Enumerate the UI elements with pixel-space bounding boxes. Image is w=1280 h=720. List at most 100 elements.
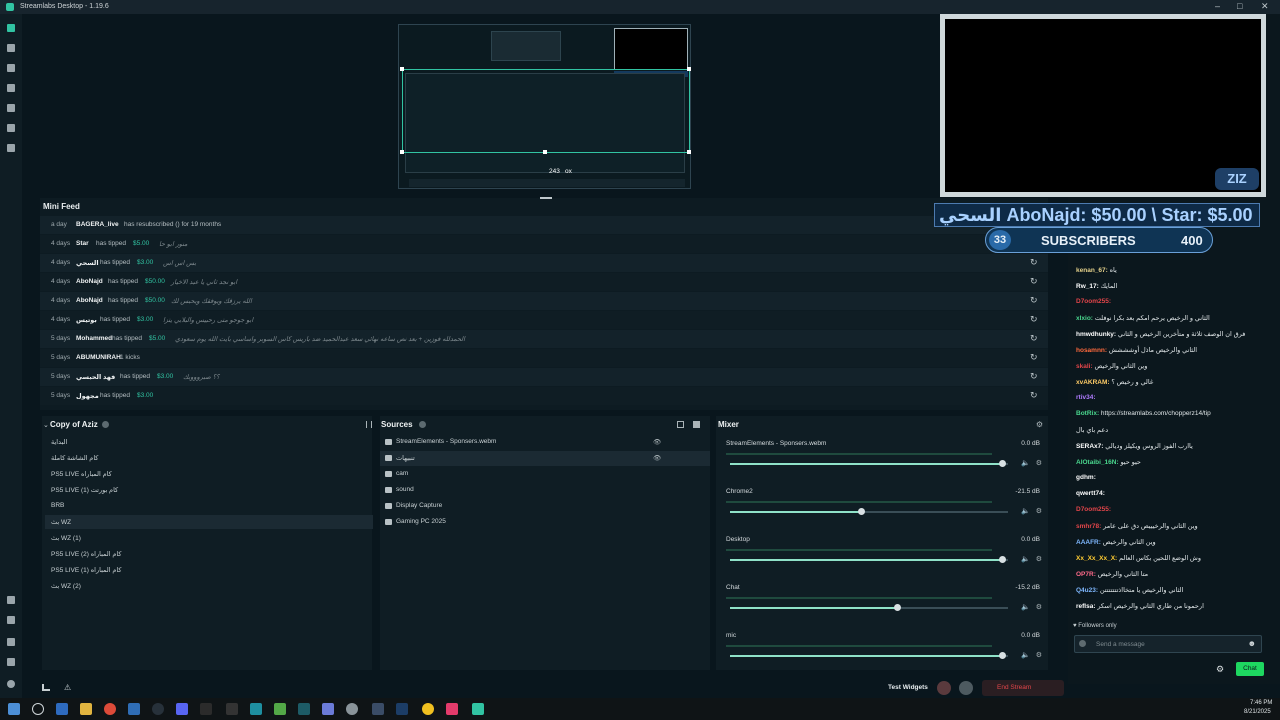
chat-username[interactable]: reflsa: bbox=[1076, 603, 1096, 610]
chrome-icon[interactable] bbox=[104, 703, 116, 715]
scene-item[interactable]: PS5 LIVE (1) كام المباراه bbox=[51, 566, 122, 574]
visibility-icon[interactable]: 👁 bbox=[653, 454, 661, 462]
mute-speaker-icon[interactable]: 🔈 bbox=[1021, 555, 1030, 563]
folder-add-icon[interactable] bbox=[693, 421, 700, 428]
chat-username[interactable]: gdhm: bbox=[1076, 474, 1096, 481]
channel-settings-gear-icon[interactable]: ⚙ bbox=[1036, 555, 1042, 563]
source-settings-icon[interactable] bbox=[677, 421, 684, 428]
panel-drag-handle[interactable] bbox=[540, 197, 552, 199]
chat-username[interactable]: xvAKRAM: bbox=[1076, 379, 1110, 386]
app-icon[interactable] bbox=[200, 703, 212, 715]
source-item[interactable]: StreamElements - Sponsers.webm bbox=[396, 438, 496, 445]
media-player-icon[interactable] bbox=[152, 703, 164, 715]
source-item[interactable]: sound bbox=[396, 486, 414, 493]
resize-handle[interactable] bbox=[687, 67, 691, 71]
scene-item[interactable]: PS5 LIVE (1) كام بورتت bbox=[51, 486, 118, 494]
chat-username[interactable]: AAAFR: bbox=[1076, 539, 1101, 546]
chat-username[interactable]: OP7R: bbox=[1076, 571, 1096, 578]
app-icon[interactable] bbox=[250, 703, 262, 715]
integrations-icon[interactable] bbox=[7, 596, 15, 604]
scene-item[interactable]: PS5 LIVE كام المباراه bbox=[51, 470, 112, 478]
end-stream-button[interactable]: End Stream bbox=[982, 680, 1064, 696]
test-widgets-button[interactable]: Test Widgets bbox=[888, 684, 928, 691]
steam-icon[interactable] bbox=[346, 703, 358, 715]
replay-alert-icon[interactable]: ↻ bbox=[1030, 295, 1040, 305]
tiktok-icon[interactable] bbox=[446, 703, 458, 715]
source-item[interactable]: تنبيهات bbox=[396, 454, 415, 462]
mute-speaker-icon[interactable]: 🔈 bbox=[1021, 651, 1030, 659]
scene-item[interactable]: كام الشاشة كاملة bbox=[51, 454, 98, 462]
app-icon[interactable] bbox=[372, 703, 384, 715]
chat-username[interactable]: hosamnn: bbox=[1076, 347, 1107, 354]
editor-icon[interactable] bbox=[7, 24, 15, 32]
tools-icon[interactable] bbox=[7, 616, 15, 624]
resize-handle[interactable] bbox=[400, 150, 404, 154]
scene-item[interactable]: بث WZ bbox=[51, 518, 71, 526]
channel-settings-gear-icon[interactable]: ⚙ bbox=[1036, 651, 1042, 659]
scene-item[interactable]: البداية bbox=[51, 438, 67, 446]
volume-slider[interactable] bbox=[730, 604, 1008, 611]
app-icon[interactable] bbox=[226, 703, 238, 715]
chat-username[interactable]: smhr78: bbox=[1076, 523, 1101, 530]
scene-item[interactable]: BRB bbox=[51, 502, 64, 509]
scene-transition-icon[interactable] bbox=[366, 421, 372, 428]
store-icon[interactable] bbox=[7, 104, 15, 112]
chat-username[interactable]: kenan_67: bbox=[1076, 267, 1108, 274]
replay-buffer-button[interactable] bbox=[959, 681, 973, 695]
themes-icon[interactable] bbox=[7, 84, 15, 92]
search-icon[interactable] bbox=[32, 703, 44, 715]
chevron-down-icon[interactable]: ⌄ bbox=[43, 421, 49, 429]
performance-stats-icon[interactable] bbox=[42, 684, 50, 691]
chat-username[interactable]: SERAx7: bbox=[1076, 443, 1103, 450]
vscode-icon[interactable] bbox=[128, 703, 140, 715]
volume-slider[interactable] bbox=[730, 460, 1008, 467]
volume-knob[interactable] bbox=[857, 508, 865, 515]
mute-speaker-icon[interactable]: 🔈 bbox=[1021, 603, 1030, 611]
photoshop-icon[interactable] bbox=[396, 703, 408, 715]
chat-username[interactable]: qwertt74: bbox=[1076, 490, 1105, 497]
source-item[interactable]: Gaming PC 2025 bbox=[396, 518, 446, 525]
app-icon[interactable] bbox=[274, 703, 286, 715]
resize-handle[interactable] bbox=[687, 150, 691, 154]
scene-item[interactable]: PS5 LIVE (2) كام المباراه bbox=[51, 550, 122, 558]
resize-handle[interactable] bbox=[400, 67, 404, 71]
volume-slider[interactable] bbox=[730, 556, 1008, 563]
chat-username[interactable]: rtiv34: bbox=[1076, 394, 1096, 401]
volume-knob[interactable] bbox=[999, 652, 1007, 659]
channel-settings-gear-icon[interactable]: ⚙ bbox=[1036, 459, 1042, 467]
windows-start-icon[interactable] bbox=[8, 703, 20, 715]
volume-slider[interactable] bbox=[730, 652, 1008, 659]
app-icon[interactable] bbox=[56, 703, 68, 715]
replay-alert-icon[interactable]: ↻ bbox=[1030, 371, 1040, 381]
volume-slider[interactable] bbox=[730, 508, 1008, 515]
app-icon[interactable] bbox=[298, 703, 310, 715]
mute-speaker-icon[interactable]: 🔈 bbox=[1021, 507, 1030, 515]
chat-message-input[interactable]: Send a message ☻ bbox=[1074, 635, 1262, 653]
replay-alert-icon[interactable]: ↻ bbox=[1030, 257, 1040, 267]
chat-username[interactable]: skali: bbox=[1076, 363, 1093, 370]
replay-alert-icon[interactable]: ↻ bbox=[1030, 390, 1040, 400]
replay-alert-icon[interactable]: ↻ bbox=[1030, 333, 1040, 343]
profile-icon[interactable] bbox=[7, 680, 15, 688]
replay-alert-icon[interactable]: ↻ bbox=[1030, 352, 1040, 362]
volume-knob[interactable] bbox=[999, 556, 1007, 563]
chat-username[interactable]: AlOtaibi_16N: bbox=[1076, 459, 1119, 466]
chat-username[interactable]: BotRix: bbox=[1076, 410, 1099, 417]
app-icon[interactable] bbox=[322, 703, 334, 715]
chat-settings-gear-icon[interactable]: ⚙ bbox=[1216, 664, 1224, 675]
layout-icon[interactable] bbox=[7, 64, 15, 72]
chat-send-button[interactable]: Chat bbox=[1236, 662, 1264, 676]
highlighter-icon[interactable] bbox=[7, 124, 15, 132]
settings-gear-icon[interactable] bbox=[7, 638, 15, 646]
chat-username[interactable]: Q4u23: bbox=[1076, 587, 1098, 594]
notifications-icon[interactable]: ⚠ bbox=[64, 683, 71, 692]
chat-username[interactable]: Xx_Xx_Xx_X: bbox=[1076, 555, 1117, 562]
dashboard-icon[interactable] bbox=[7, 44, 15, 52]
replay-alert-icon[interactable]: ↻ bbox=[1030, 276, 1040, 286]
resize-handle[interactable] bbox=[543, 150, 547, 154]
add-scene-icon[interactable] bbox=[102, 421, 109, 428]
source-item[interactable]: Display Capture bbox=[396, 502, 442, 509]
close-button[interactable]: ✕ bbox=[1261, 1, 1269, 12]
file-explorer-icon[interactable] bbox=[80, 703, 92, 715]
scene-collection-title[interactable]: Copy of Aziz bbox=[50, 420, 98, 429]
